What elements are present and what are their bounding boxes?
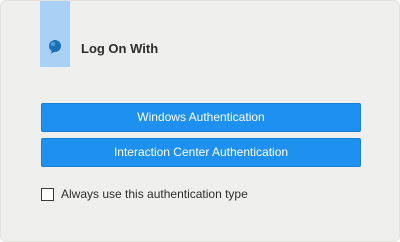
always-use-option[interactable]: Always use this authentication type — [41, 186, 248, 202]
brand-tab — [40, 1, 70, 67]
speech-bubble-icon — [49, 40, 61, 54]
interaction-center-authentication-button[interactable]: Interaction Center Authentication — [41, 138, 361, 167]
logon-dialog: Log On With Windows Authentication Inter… — [0, 0, 400, 242]
always-use-checkbox[interactable] — [41, 187, 54, 201]
dialog-title: Log On With — [81, 41, 159, 56]
always-use-label: Always use this authentication type — [61, 187, 248, 201]
windows-authentication-button[interactable]: Windows Authentication — [41, 103, 361, 132]
